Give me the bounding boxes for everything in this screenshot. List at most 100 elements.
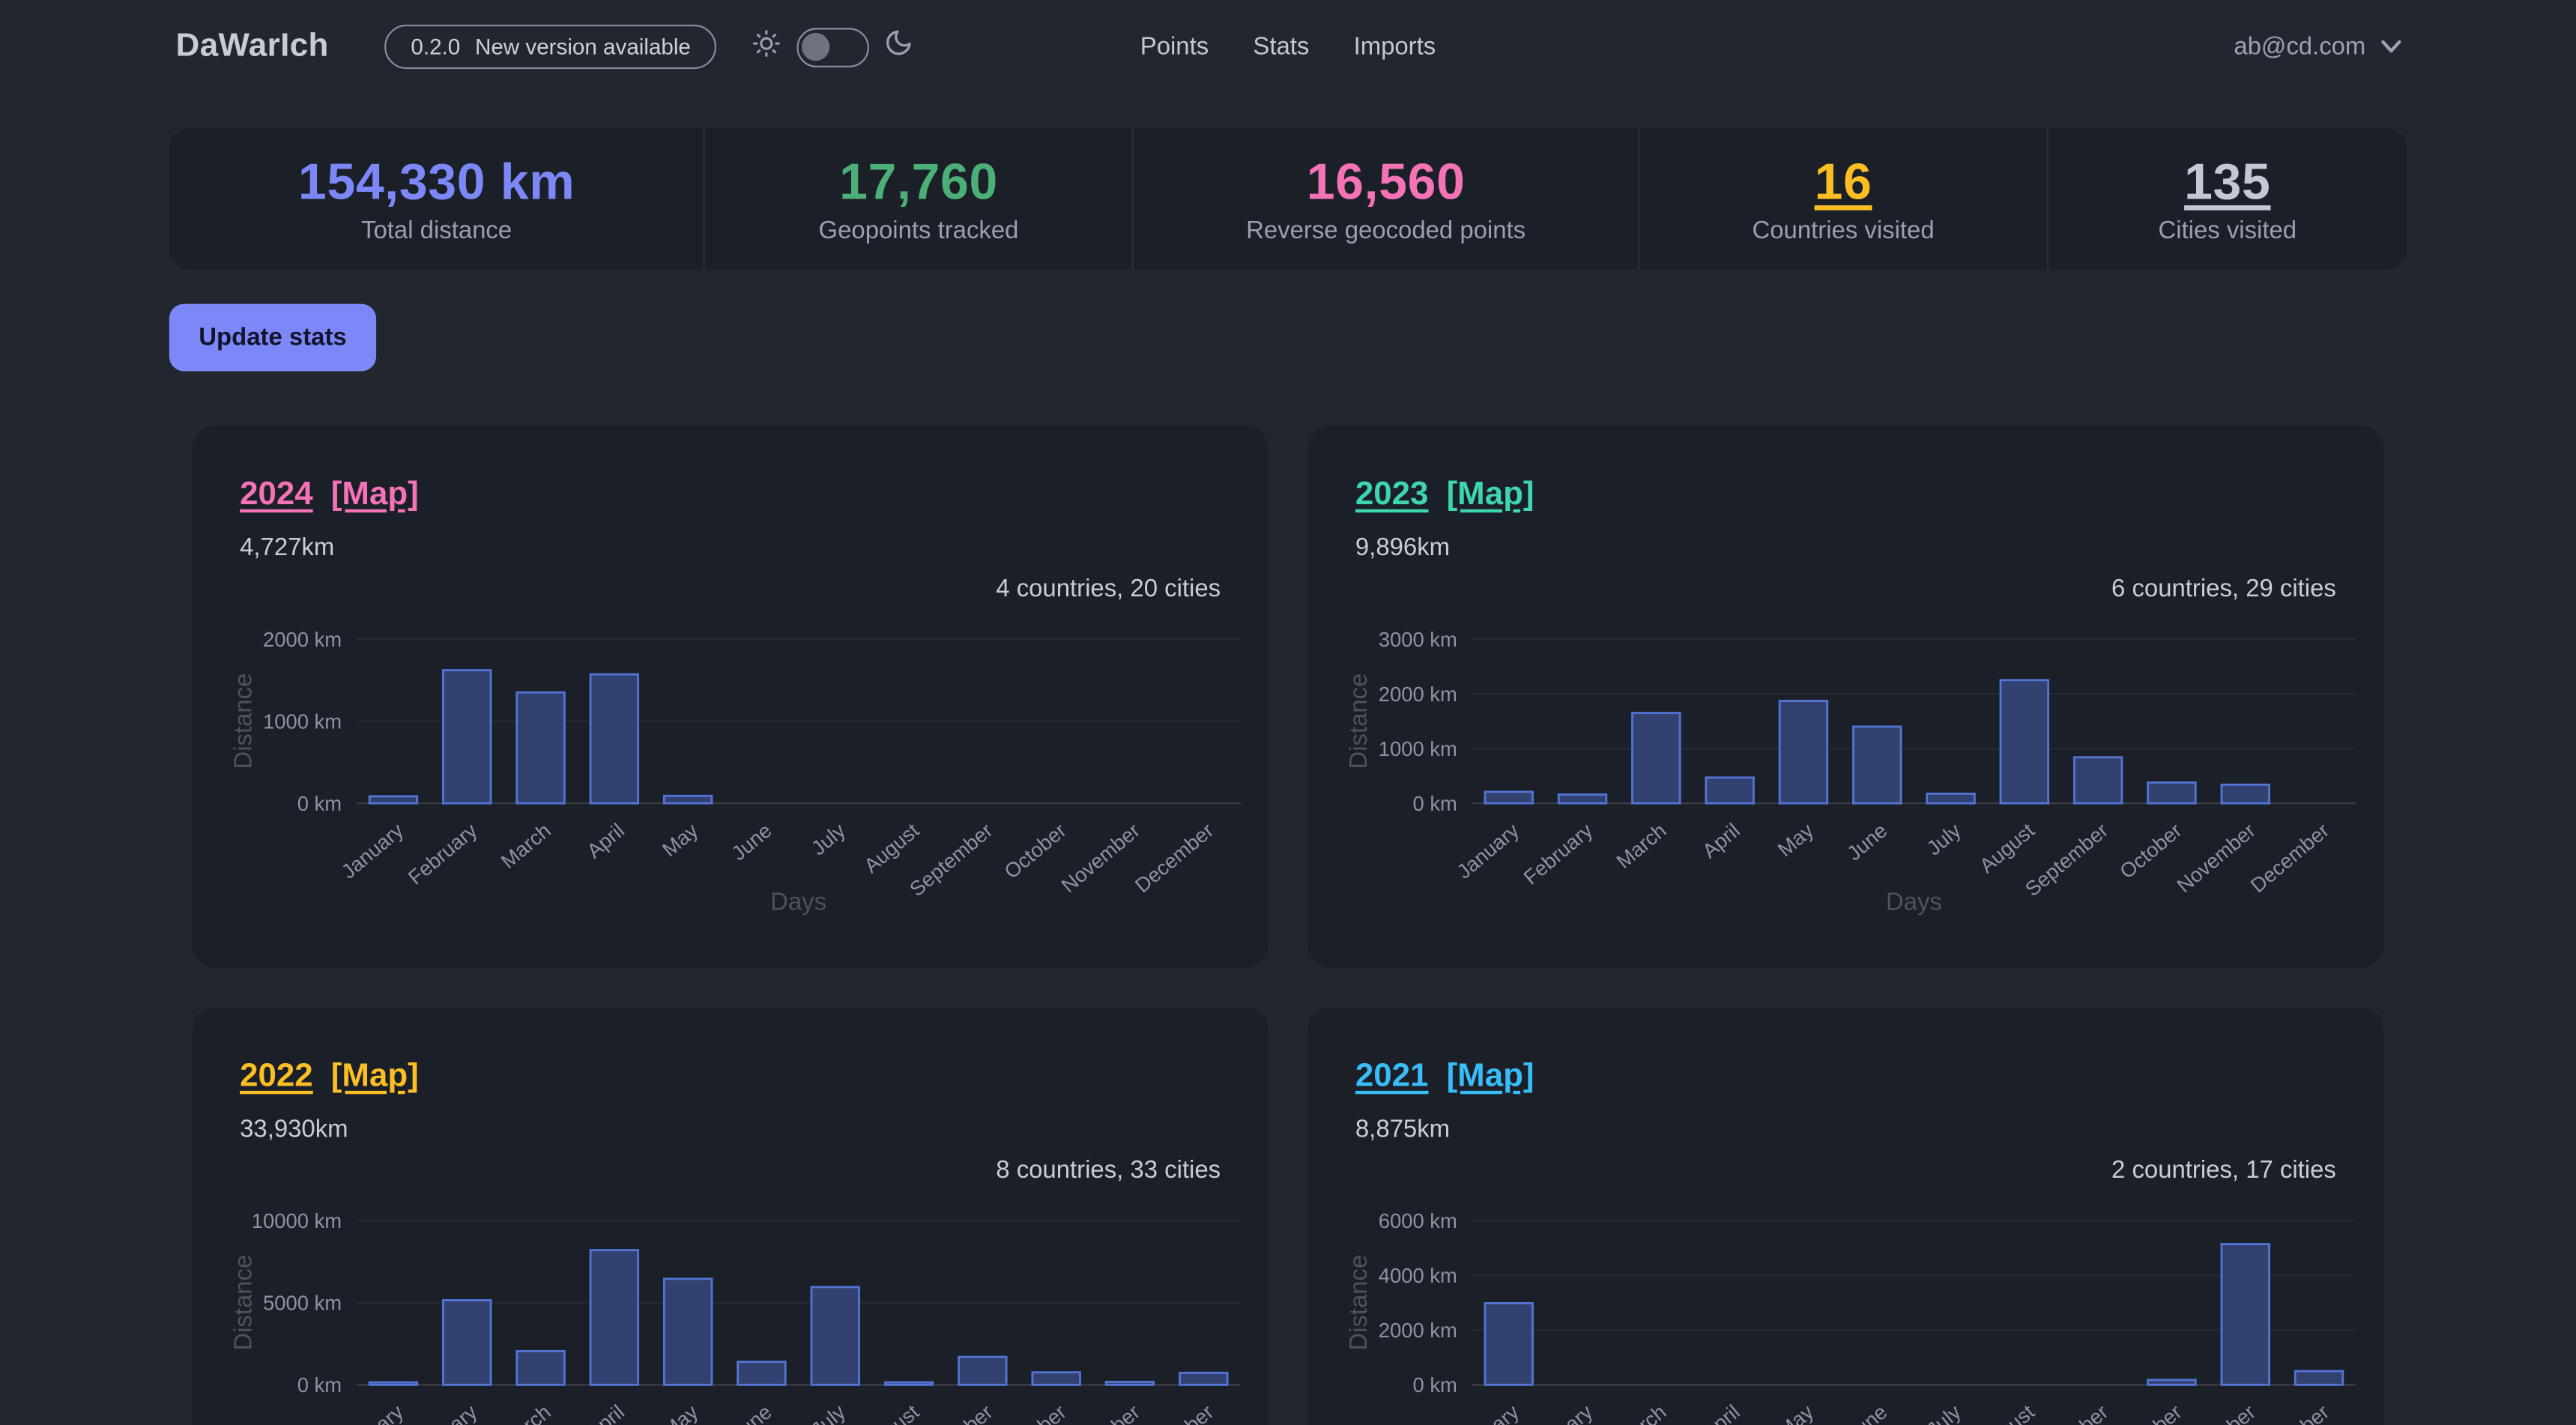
svg-text:May: May <box>1774 818 1818 861</box>
svg-text:Distance: Distance <box>229 674 256 769</box>
year-card-title: 2022 [Map] <box>240 1007 1221 1095</box>
svg-text:Distance: Distance <box>1344 674 1372 769</box>
stat-label: Countries visited <box>1753 217 1935 244</box>
svg-text:July: July <box>807 1400 850 1425</box>
svg-text:November: November <box>1056 818 1144 897</box>
stat-value[interactable]: 135 <box>2184 153 2270 212</box>
theme-toggle[interactable] <box>797 27 869 67</box>
nav-item[interactable]: Stats <box>1253 33 1309 61</box>
svg-text:January: January <box>337 1400 408 1425</box>
nav-item[interactable]: Points <box>1140 33 1209 61</box>
svg-text:4000 km: 4000 km <box>1379 1264 1457 1287</box>
svg-text:November: November <box>1056 1400 1144 1425</box>
svg-text:December: December <box>1131 818 1218 897</box>
svg-text:August: August <box>859 1400 924 1425</box>
svg-text:February: February <box>404 818 482 889</box>
year-distance: 33,930km <box>240 1116 1221 1143</box>
year-link[interactable]: 2021 <box>1355 1058 1429 1095</box>
svg-text:May: May <box>658 1400 703 1425</box>
stat-cell: 154,330 km Total distance <box>169 128 704 270</box>
year-map-link[interactable]: [Map] <box>331 1058 419 1095</box>
svg-text:5000 km: 5000 km <box>263 1292 342 1315</box>
year-link[interactable]: 2023 <box>1355 476 1429 514</box>
year-cards-grid: 2024 [Map] 4,727km 4 countries, 20 citie… <box>193 426 2384 1425</box>
nav-item[interactable]: Imports <box>1354 33 1436 61</box>
stat-label: Total distance <box>361 217 512 244</box>
svg-text:December: December <box>2246 1400 2334 1425</box>
monthly-distance-chart: 0 km 1000 km 2000 km JanuaryFebruary March Ap… <box>208 606 1243 935</box>
svg-text:January: January <box>1452 1400 1523 1425</box>
svg-text:January: January <box>1452 818 1523 883</box>
user-menu[interactable]: ab@cd.com <box>2234 33 2401 61</box>
svg-text:May: May <box>658 818 703 861</box>
app-root: DaWarIch 0.2.0 New version available <box>0 0 2576 1425</box>
version-label: New version available <box>475 34 691 59</box>
sun-icon <box>753 28 781 64</box>
app-logo: DaWarIch <box>176 28 329 65</box>
svg-text:July: July <box>807 818 850 859</box>
year-link[interactable]: 2024 <box>240 476 313 514</box>
svg-text:May: May <box>1774 1400 1818 1425</box>
svg-text:April: April <box>582 818 629 862</box>
svg-text:March: March <box>497 1400 555 1425</box>
svg-text:2000 km: 2000 km <box>263 628 342 651</box>
svg-text:1000 km: 1000 km <box>263 710 342 733</box>
stat-label: Geopoints tracked <box>819 217 1019 244</box>
svg-text:July: July <box>1922 818 1965 859</box>
svg-text:June: June <box>727 818 775 865</box>
version-number: 0.2.0 <box>411 34 460 59</box>
year-card-title: 2023 [Map] <box>1355 426 2336 514</box>
year-card: 2023 [Map] 9,896km 6 countries, 29 citie… <box>1307 426 2383 968</box>
svg-text:6000 km: 6000 km <box>1379 1209 1457 1232</box>
svg-text:0 km: 0 km <box>1412 1373 1457 1397</box>
year-distance: 4,727km <box>240 534 1221 562</box>
svg-text:December: December <box>1131 1400 1218 1425</box>
user-email: ab@cd.com <box>2234 33 2365 61</box>
update-stats-button[interactable]: Update stats <box>169 304 376 372</box>
stat-cell: 135 Cities visited <box>2046 128 2407 270</box>
year-summary: 4 countries, 20 cities <box>240 575 1221 602</box>
year-map-link[interactable]: [Map] <box>1447 476 1535 514</box>
svg-text:April: April <box>1698 1400 1744 1425</box>
theme-toggle-knob <box>802 32 830 60</box>
year-card-title: 2021 [Map] <box>1355 1007 2336 1095</box>
svg-text:10000 km: 10000 km <box>252 1209 342 1232</box>
svg-text:October: October <box>1000 1400 1071 1425</box>
svg-text:0 km: 0 km <box>297 792 342 815</box>
stat-value[interactable]: 16 <box>1815 153 1872 212</box>
svg-text:June: June <box>1842 818 1891 865</box>
year-distance: 8,875km <box>1355 1116 2336 1143</box>
svg-text:February: February <box>1519 1400 1597 1425</box>
stat-value: 154,330 km <box>298 153 575 212</box>
svg-text:Days: Days <box>1886 888 1942 916</box>
svg-text:January: January <box>337 818 408 883</box>
svg-text:March: March <box>497 818 555 873</box>
year-card: 2024 [Map] 4,727km 4 countries, 20 citie… <box>193 426 1269 968</box>
stats-bar: 154,330 km Total distance 17,760 Geopoin… <box>169 128 2407 270</box>
year-link[interactable]: 2022 <box>240 1058 313 1095</box>
year-map-link[interactable]: [Map] <box>331 476 419 514</box>
svg-text:2000 km: 2000 km <box>1379 1319 1457 1342</box>
year-card-title: 2024 [Map] <box>240 426 1221 514</box>
svg-text:3000 km: 3000 km <box>1379 628 1457 651</box>
svg-text:November: November <box>2172 818 2260 897</box>
svg-text:July: July <box>1922 1400 1965 1425</box>
svg-text:Distance: Distance <box>229 1255 256 1351</box>
svg-text:February: February <box>404 1400 482 1425</box>
svg-text:December: December <box>2246 818 2334 897</box>
svg-text:August: August <box>1975 818 2040 877</box>
stat-cell: 16 Countries visited <box>1639 128 2047 270</box>
svg-text:August: August <box>1975 1400 2040 1425</box>
monthly-distance-chart: 0 km1000 km2000 km3000 kmJanuaryFebruary… <box>1324 606 2359 935</box>
svg-text:Days: Days <box>770 888 826 916</box>
version-badge[interactable]: 0.2.0 New version available <box>384 25 717 69</box>
svg-text:Distance: Distance <box>1344 1255 1372 1351</box>
svg-text:0 km: 0 km <box>1412 792 1457 815</box>
header-left-group: DaWarIch 0.2.0 New version available <box>176 25 915 69</box>
svg-text:October: October <box>1000 818 1071 883</box>
main-content: 154,330 km Total distance 17,760 Geopoin… <box>0 128 2576 1425</box>
stat-cell: 16,560 Reverse geocoded points <box>1131 128 1638 270</box>
year-map-link[interactable]: [Map] <box>1447 1058 1535 1095</box>
monthly-distance-chart: 0 km5000 km10000 kmJanuaryFebruaryMarchA… <box>208 1188 1243 1425</box>
monthly-distance-chart: 0 km 2000 km 4000 km 6000 km JanuaryFebruary… <box>1324 1188 2359 1425</box>
